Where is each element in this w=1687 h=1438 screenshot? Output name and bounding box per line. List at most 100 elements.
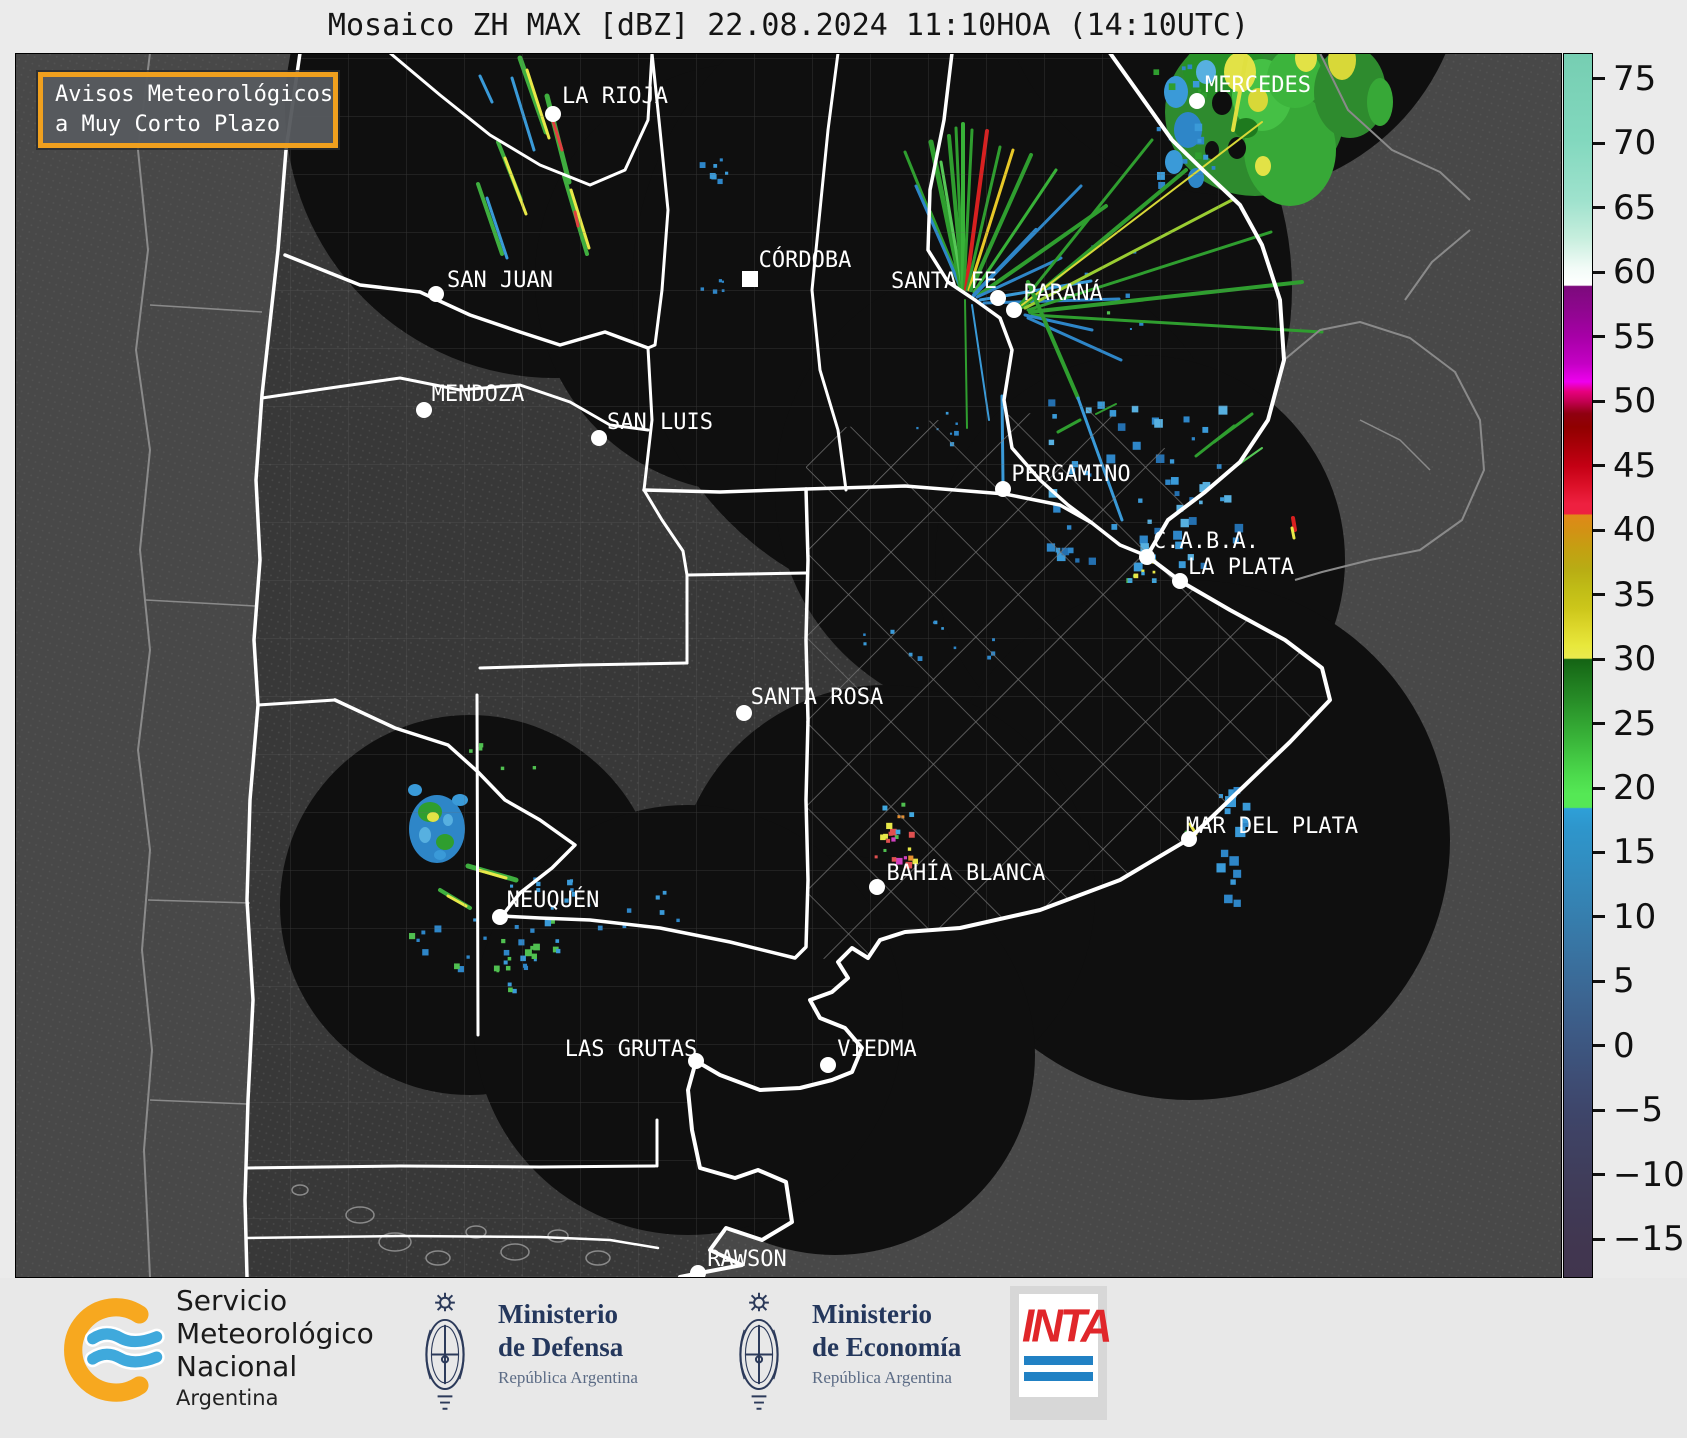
colorbar-tick-label: 45 bbox=[1613, 445, 1657, 486]
colorbar-tick bbox=[1593, 979, 1605, 983]
colorbar-tick bbox=[1593, 722, 1605, 726]
defensa-wordmark: Ministerio de Defensa República Argentin… bbox=[498, 1298, 638, 1388]
echo-blob bbox=[1255, 156, 1271, 176]
city-label-bahia-blanca: BAHÍA BLANCA bbox=[887, 860, 1046, 886]
city-label-neuquen: NEUQUÉN bbox=[507, 887, 600, 913]
city-label-viedma: VIEDMA bbox=[837, 1037, 916, 1062]
echo-speckle bbox=[1187, 64, 1193, 70]
city-marker-la-rioja bbox=[545, 106, 561, 122]
inta-bar bbox=[1024, 1372, 1093, 1381]
colorbar-tick-label: 10 bbox=[1613, 896, 1657, 937]
colorbar-tick bbox=[1593, 528, 1605, 532]
city-label-parana: PARANÁ bbox=[1023, 280, 1102, 306]
colorbar-tick-label: 50 bbox=[1613, 381, 1657, 422]
echo-speckle bbox=[1195, 152, 1202, 160]
echo-speckle bbox=[1185, 119, 1193, 128]
echo-blob bbox=[1164, 76, 1188, 108]
footer: Servicio Meteorológico Nacional Argentin… bbox=[0, 1278, 1687, 1438]
colorbar-tick-label: 75 bbox=[1613, 58, 1657, 99]
map-root: LA RIOJA MERCEDES SAN JUAN CÓRDOBA SANTA FE P… bbox=[15, 53, 1562, 1278]
colorbar-tick bbox=[1593, 464, 1605, 468]
defensa-line: Ministerio bbox=[498, 1299, 618, 1329]
colorbar-tick bbox=[1593, 206, 1605, 210]
colorbar-tick-label: −5 bbox=[1613, 1090, 1664, 1131]
warning-line-2: a Muy Corto Plazo bbox=[55, 112, 281, 137]
inta-wordmark: INTA bbox=[1022, 1300, 1112, 1353]
city-marker-mercedes bbox=[1189, 93, 1205, 109]
city-label-caba: C.A.B.A. bbox=[1153, 529, 1259, 554]
echo-speckle bbox=[1203, 154, 1209, 160]
city-label-cordoba: CÓRDOBA bbox=[759, 247, 852, 273]
colorbar-gradient bbox=[1563, 53, 1593, 1278]
colorbar-tick-label: 15 bbox=[1613, 832, 1657, 873]
colorbar-tick bbox=[1593, 1044, 1605, 1048]
defensa-line: de Defensa bbox=[498, 1332, 624, 1362]
inta-logo-inner: INTA bbox=[1019, 1294, 1112, 1397]
echo-speckle bbox=[1220, 497, 1225, 502]
economia-line: Ministerio bbox=[812, 1299, 932, 1329]
colorbar-tick bbox=[1593, 657, 1605, 661]
smn-line: Meteorológico bbox=[176, 1317, 374, 1350]
city-marker-parana bbox=[1006, 302, 1022, 318]
economia-subtitle: República Argentina bbox=[812, 1368, 952, 1387]
radar-map: LA RIOJA MERCEDES SAN JUAN CÓRDOBA SANTA FE P… bbox=[15, 53, 1562, 1278]
echo-speckle bbox=[1220, 849, 1229, 858]
city-label-la-plata: LA PLATA bbox=[1188, 555, 1294, 580]
echo-speckle bbox=[1197, 138, 1202, 143]
colorbar-tick bbox=[1593, 786, 1605, 790]
echo-speckle bbox=[1181, 66, 1186, 71]
colorbar-tick-label: 35 bbox=[1613, 574, 1657, 615]
economia-line: de Economía bbox=[812, 1332, 962, 1362]
colorbar-tick-label: 70 bbox=[1613, 123, 1657, 164]
city-label-san-luis: SAN LUIS bbox=[607, 410, 713, 435]
echo-blob bbox=[1367, 78, 1393, 126]
echo-speckle bbox=[1168, 83, 1176, 91]
echo-speckle bbox=[1224, 495, 1232, 503]
echo-blob bbox=[1295, 53, 1317, 72]
echo-speckle bbox=[1198, 89, 1202, 93]
province-border bbox=[685, 571, 808, 577]
colorbar-tick bbox=[1593, 1173, 1605, 1177]
city-marker-pergamino bbox=[995, 481, 1011, 497]
echo-speckle bbox=[1192, 80, 1200, 88]
echo-speckle bbox=[1242, 802, 1251, 811]
radar-mosaic-page: Mosaico ZH MAX [dBZ] 22.08.2024 11:10HOA… bbox=[0, 0, 1687, 1438]
city-label-las-grutas: LAS GRUTAS bbox=[565, 1037, 697, 1062]
city-label-rawson: RAWSON bbox=[707, 1247, 786, 1272]
economia-wordmark: Ministerio de Economía República Argenti… bbox=[812, 1298, 961, 1388]
echo-speckle bbox=[1233, 869, 1242, 878]
province-border bbox=[245, 1164, 657, 1170]
city-marker-santa-rosa bbox=[736, 705, 752, 721]
city-label-mar-del-plata: MAR DEL PLATA bbox=[1186, 814, 1358, 839]
colorbar-tick bbox=[1593, 399, 1605, 403]
city-marker-cordoba bbox=[742, 271, 758, 287]
colorbar-tick-label: 20 bbox=[1613, 768, 1657, 808]
city-label-san-juan: SAN JUAN bbox=[447, 268, 553, 293]
echo-speckle bbox=[1199, 500, 1203, 505]
smn-line: Servicio bbox=[176, 1284, 288, 1317]
city-marker-viedma bbox=[820, 1057, 836, 1073]
defensa-coat-of-arms-icon bbox=[425, 1292, 465, 1410]
colorbar-tick-label: 30 bbox=[1613, 639, 1657, 680]
city-label-mendoza: MENDOZA bbox=[432, 382, 525, 407]
colorbar-tick-label: 65 bbox=[1613, 187, 1657, 228]
echo-speckle bbox=[1216, 863, 1226, 873]
colorbar-tick-label: 55 bbox=[1613, 316, 1657, 357]
warning-box[interactable]: Avisos Meteorológicos a Muy Corto Plazo bbox=[38, 72, 338, 148]
city-marker-mendoza bbox=[416, 402, 432, 418]
city-marker-neuquen bbox=[492, 909, 508, 925]
city-marker-san-juan bbox=[428, 286, 444, 302]
colorbar-tick bbox=[1593, 850, 1605, 854]
province-border bbox=[475, 693, 480, 1037]
city-label-mercedes: MERCEDES bbox=[1205, 73, 1311, 98]
colorbar-tick-label: 40 bbox=[1613, 510, 1657, 551]
colorbar: 75 70 65 60 55 50 45 40 35 30 25 20 15 10 5 0 −5 −10 −15 bbox=[1563, 53, 1687, 1278]
inta-logo: INTA bbox=[1010, 1286, 1112, 1420]
colorbar-tick bbox=[1593, 141, 1605, 145]
echo-speckle bbox=[1180, 518, 1189, 528]
city-label-santa-fe: SANTA FE bbox=[891, 269, 997, 294]
city-marker-la-plata bbox=[1172, 573, 1188, 589]
colorbar-tick-label: 0 bbox=[1613, 1025, 1635, 1066]
city-label-la-rioja: LA RIOJA bbox=[562, 84, 668, 109]
echo-speckle bbox=[1211, 166, 1216, 170]
